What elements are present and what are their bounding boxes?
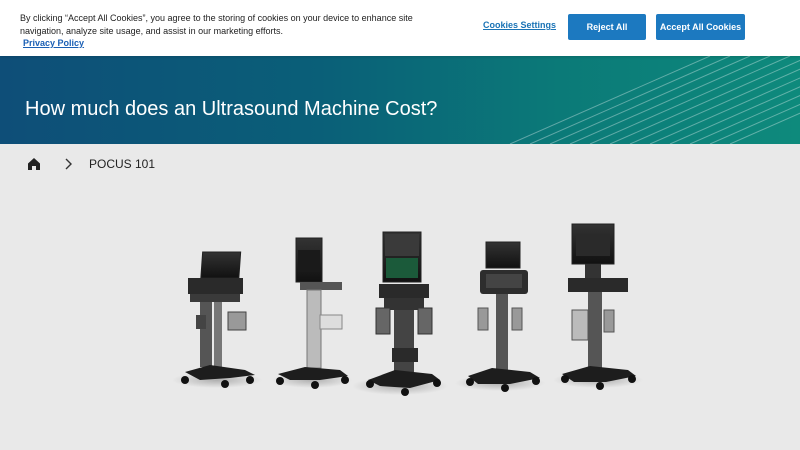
breadcrumb: POCUS 101: [27, 156, 155, 172]
chevron-right-icon: [65, 158, 72, 170]
page-title: How much does an Ultrasound Machine Cost…: [25, 98, 438, 120]
accept-all-cookies-button[interactable]: Accept All Cookies: [656, 14, 745, 40]
ultrasound-machine-1: [172, 251, 262, 388]
ultrasound-machine-5: [553, 223, 643, 390]
reject-all-button[interactable]: Reject All: [568, 14, 646, 40]
breadcrumb-current: POCUS 101: [89, 157, 156, 171]
cookies-settings-button[interactable]: Cookies Settings: [483, 20, 556, 30]
cookie-message: By clicking “Accept All Cookies”, you ag…: [20, 13, 413, 36]
privacy-policy-link[interactable]: Privacy Policy: [23, 37, 84, 50]
cookie-banner: By clicking “Accept All Cookies”, you ag…: [0, 0, 800, 56]
home-icon[interactable]: [27, 157, 41, 171]
cookie-consent-text: By clicking “Accept All Cookies”, you ag…: [20, 12, 440, 50]
ultrasound-machines-image: [172, 223, 643, 396]
ultrasound-machine-4: [455, 241, 545, 392]
hero-banner: How much does an Ultrasound Machine Cost…: [0, 56, 800, 144]
ultrasound-machine-3: [352, 231, 448, 396]
decorative-lines: [509, 56, 800, 144]
ultrasound-machine-2: [272, 237, 352, 389]
